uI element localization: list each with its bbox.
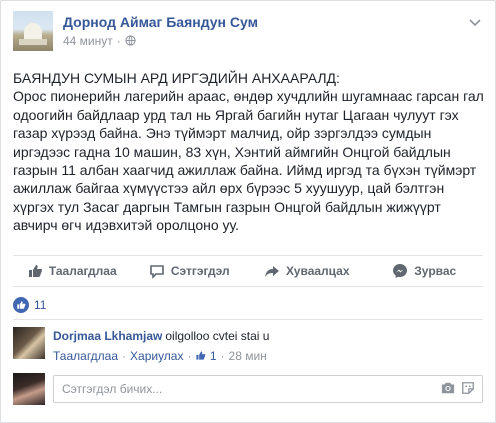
share-button[interactable]: Хуваалцах	[248, 256, 366, 286]
comment-input[interactable]	[53, 375, 483, 403]
comment-meta: Таалагдлаа · Хариулах · 1 · 28 мин	[53, 349, 267, 363]
comment-text: oilgolloo cvtei stai u	[165, 329, 270, 343]
messenger-label: Зурвас	[414, 264, 457, 278]
comment-like-link[interactable]: Таалагдлаа	[53, 349, 118, 363]
post-body-text: БАЯНДУН СУМЫН АРД ИРГЭДИЙН АНХААРАЛД: Ор…	[13, 70, 484, 234]
options-icon[interactable]	[467, 15, 483, 31]
comment-like-count[interactable]: 1	[195, 349, 217, 363]
comment-composer	[13, 373, 483, 407]
current-user-avatar[interactable]	[13, 373, 45, 405]
page-avatar[interactable]	[13, 11, 53, 51]
post-header: Дорнод Аймаг Баяндун Сум 44 минут ·	[13, 11, 483, 57]
comment-item: Dorjmaa Lkhamjaw oilgolloo cvtei stai u Т…	[13, 327, 483, 367]
like-button[interactable]: Таалагдлаа	[13, 256, 131, 286]
comment-label: Сэтгэгдэл	[170, 264, 230, 278]
comment-time[interactable]: 28 мин	[229, 349, 267, 363]
comment-meta-dot-2: ·	[187, 349, 192, 363]
comment-like-icon	[196, 351, 206, 360]
globe-icon[interactable]	[125, 35, 136, 46]
meta-separator: ·	[116, 34, 121, 48]
comments-divider	[13, 319, 483, 320]
comment-line: Dorjmaa Lkhamjaw oilgolloo cvtei stai u	[53, 329, 269, 343]
messenger-icon	[393, 264, 408, 278]
post-time[interactable]: 44 минут	[63, 34, 113, 48]
comment-meta-dot-1: ·	[122, 349, 127, 363]
share-label: Хуваалцах	[285, 264, 350, 278]
like-icon	[28, 265, 42, 277]
comment-button[interactable]: Сэтгэгдэл	[131, 256, 249, 286]
reaction-summary[interactable]: 11	[13, 295, 46, 315]
comment-meta-dot-3: ·	[220, 349, 225, 363]
like-reaction-icon	[13, 297, 29, 313]
like-label: Таалагдлаа	[48, 264, 117, 278]
comment-like-number: 1	[209, 349, 217, 363]
comment-author-link[interactable]: Dorjmaa Lkhamjaw	[53, 329, 162, 343]
post-action-bar: Таалагдлаа Сэтгэгдэл Хуваалцах Зурвас	[13, 255, 483, 287]
share-icon	[264, 266, 279, 277]
page-name-link[interactable]: Дорнод Аймаг Баяндун Сум	[63, 14, 258, 30]
post-card: Дорнод Аймаг Баяндун Сум 44 минут · БАЯНД…	[0, 0, 496, 423]
commenter-avatar[interactable]	[13, 327, 45, 359]
post-meta: 44 минут ·	[63, 34, 136, 48]
camera-icon[interactable]	[441, 381, 455, 395]
messenger-button[interactable]: Зурвас	[366, 256, 484, 286]
reaction-count: 11	[34, 298, 47, 312]
comment-reply-link[interactable]: Хариулах	[130, 349, 183, 363]
comment-icon	[150, 265, 164, 279]
sticker-icon[interactable]	[461, 381, 475, 395]
monument-base	[19, 39, 47, 45]
